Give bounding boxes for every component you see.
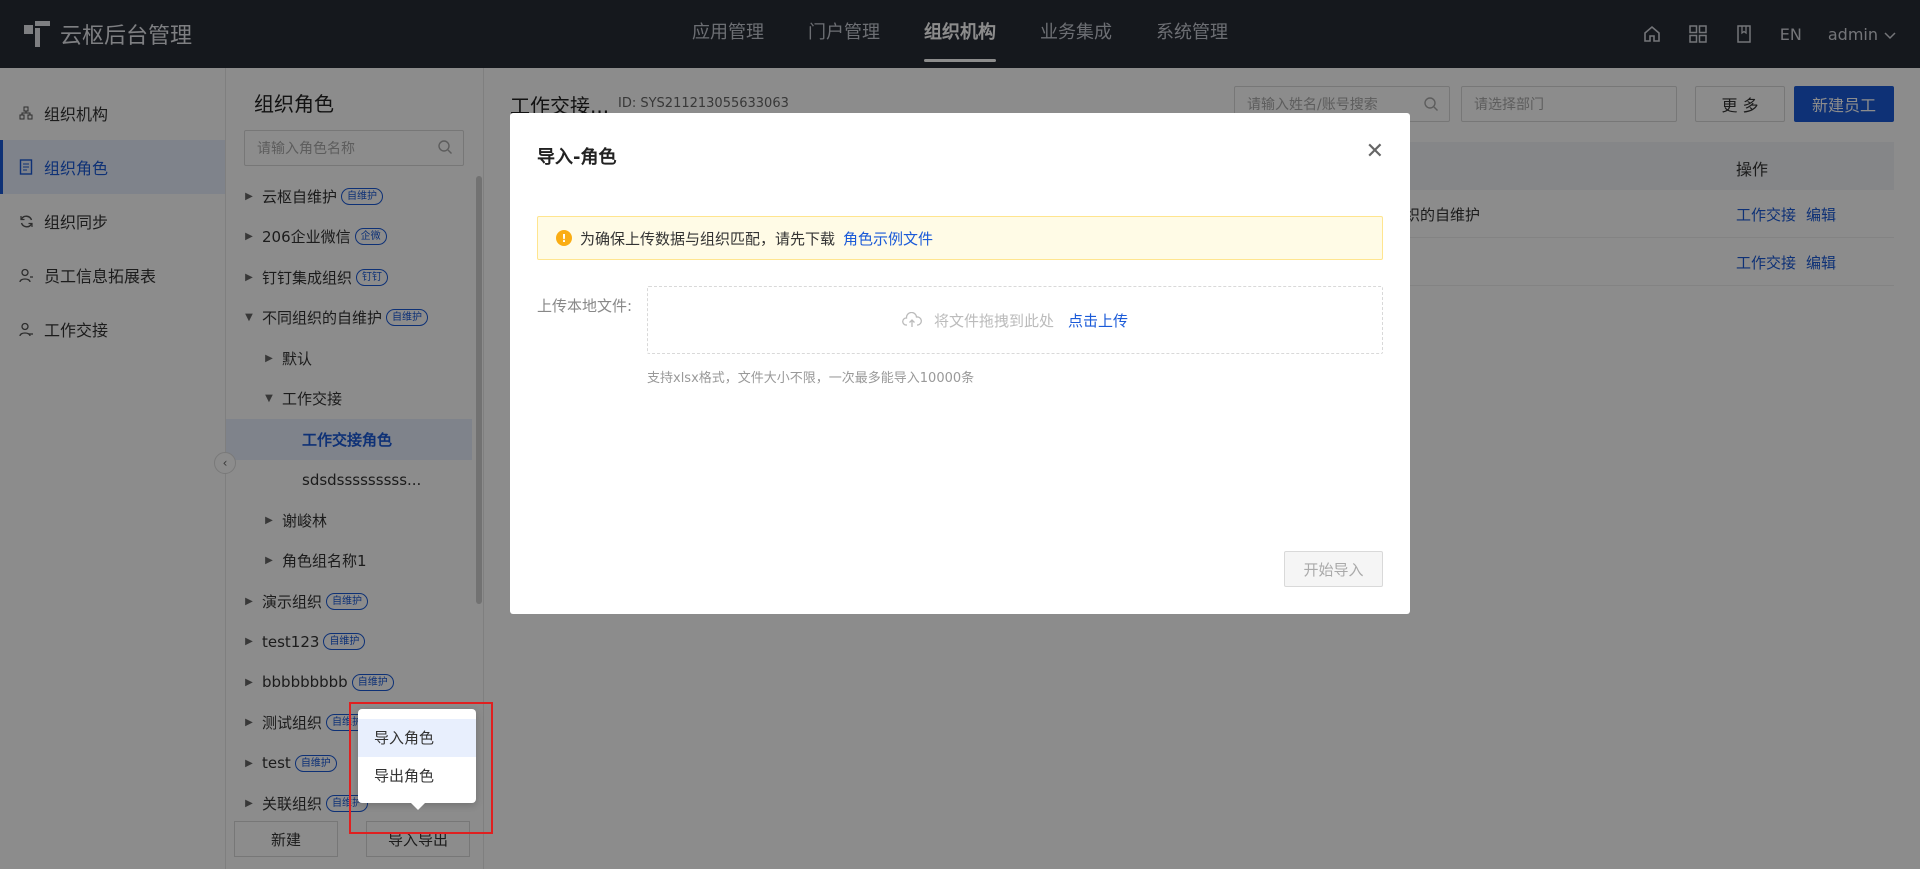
info-alert: ! 为确保上传数据与组织匹配，请先下载 角色示例文件	[537, 216, 1383, 260]
upload-hint: 支持xlsx格式，文件大小不限，一次最多能导入10000条	[647, 371, 975, 386]
upload-label: 上传本地文件:	[537, 297, 633, 315]
download-sample-link[interactable]: 角色示例文件	[843, 228, 933, 249]
highlight-box	[349, 702, 493, 834]
file-drop-zone[interactable]: 将文件拖拽到此处 点击上传	[647, 286, 1383, 354]
click-upload-link[interactable]: 点击上传	[1068, 310, 1128, 331]
warning-icon: !	[556, 230, 572, 246]
cloud-upload-icon	[902, 312, 922, 328]
dialog-title: 导入-角色	[537, 147, 617, 168]
drop-text: 将文件拖拽到此处	[933, 311, 1054, 330]
start-import-button[interactable]: 开始导入	[1284, 551, 1383, 587]
alert-text: 为确保上传数据与组织匹配，请先下载	[580, 229, 836, 248]
import-role-dialog: 导入-角色 ✕ ! 为确保上传数据与组织匹配，请先下载 角色示例文件 上传本地文…	[510, 113, 1410, 614]
close-icon[interactable]: ✕	[1366, 141, 1384, 163]
